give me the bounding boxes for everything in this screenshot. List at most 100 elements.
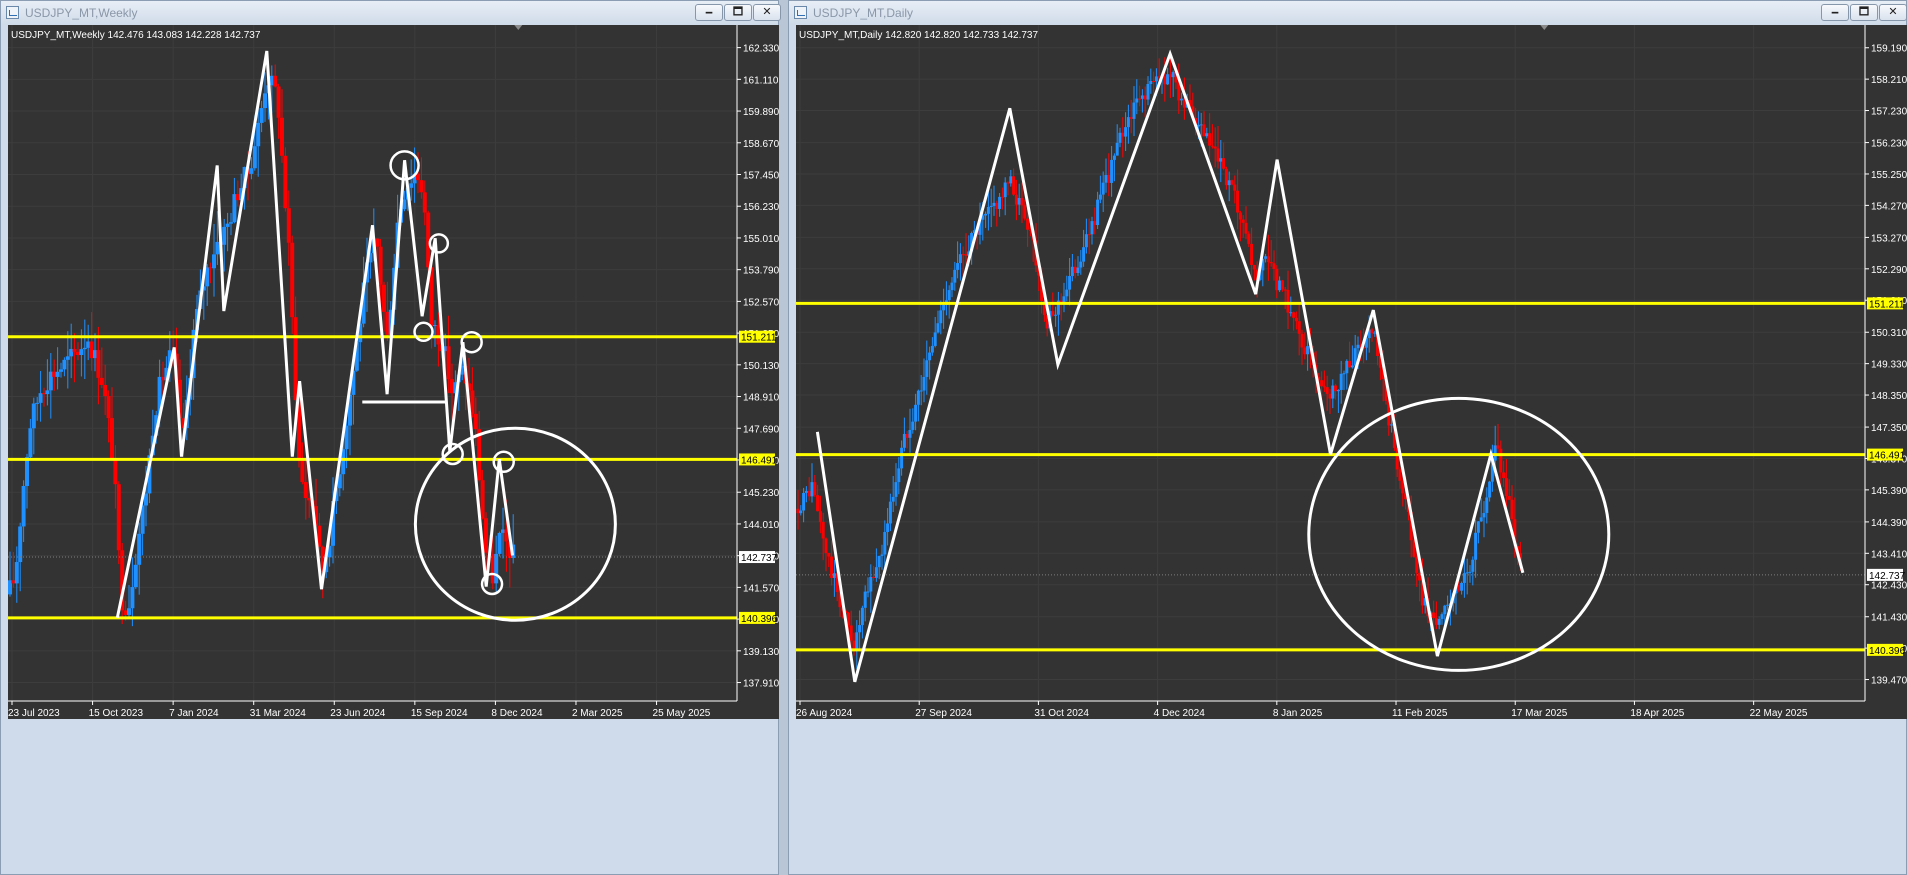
candle-body bbox=[110, 418, 114, 461]
candle-body bbox=[1213, 146, 1217, 149]
candle-body bbox=[1180, 98, 1184, 101]
candle-body bbox=[1065, 289, 1069, 297]
pivot-circle-marker bbox=[460, 330, 483, 354]
candle-body bbox=[1510, 499, 1514, 520]
candle-body bbox=[263, 93, 267, 109]
window-title: USDJPY_MT,Weekly bbox=[25, 6, 138, 20]
title-bar[interactable]: USDJPY_MT,Daily 🗕 🗖 ✕ bbox=[789, 1, 1907, 25]
candle-body bbox=[860, 607, 864, 626]
candle-body bbox=[1222, 158, 1226, 169]
candle-body bbox=[1339, 373, 1343, 390]
date-tick-label: 15 Oct 2023 bbox=[89, 708, 144, 719]
candle-body bbox=[1496, 445, 1500, 449]
candle-body bbox=[1244, 222, 1248, 234]
candle-body bbox=[280, 117, 284, 156]
candle-body bbox=[939, 310, 943, 324]
candle-body bbox=[276, 86, 281, 118]
candle-body bbox=[914, 404, 918, 422]
chart-canvas[interactable]: 162.330 161.110 159.890 158.670 157.450 156.2… bbox=[8, 25, 779, 719]
daily-chart-window[interactable]: USDJPY_MT,Daily 🗕 🗖 ✕ 159.190 158.210 157.… bbox=[788, 0, 1907, 875]
candle-body bbox=[1017, 197, 1021, 205]
price-chart[interactable]: 159.190 158.210 157.230 156.230 155.250 154.2… bbox=[796, 25, 1907, 719]
candle-body bbox=[818, 511, 822, 522]
current-price-tag-label: 142.737 bbox=[1869, 571, 1906, 582]
minimize-button[interactable]: 🗕 bbox=[1821, 4, 1849, 21]
candle-body bbox=[419, 180, 424, 193]
candle-body bbox=[1289, 312, 1293, 314]
weekly-chart-window[interactable]: USDJPY_MT,Weekly 🗕 🗖 ✕ 162.330 161.110 159… bbox=[0, 0, 781, 875]
candle-body bbox=[116, 484, 121, 551]
maximize-button[interactable]: 🗖 bbox=[724, 4, 752, 21]
price-tick-label: 145.230 bbox=[743, 488, 779, 499]
price-tick-label: 152.570 bbox=[743, 297, 779, 308]
candle-body bbox=[1474, 532, 1478, 560]
close-button[interactable]: ✕ bbox=[1879, 4, 1907, 21]
pivot-circle-marker bbox=[492, 450, 515, 474]
price-tick-label: 154.270 bbox=[1871, 201, 1907, 212]
candle-body bbox=[1110, 159, 1114, 183]
candle-body bbox=[1224, 168, 1228, 186]
candle-body bbox=[1023, 205, 1027, 219]
date-tick-label: 23 Jun 2024 bbox=[330, 708, 385, 719]
date-tick-label: 11 Feb 2025 bbox=[1392, 708, 1448, 719]
candle-body bbox=[65, 356, 70, 360]
candle-body bbox=[1504, 478, 1508, 497]
candle-body bbox=[804, 490, 808, 493]
date-tick-label: 2 Mar 2025 bbox=[572, 708, 623, 719]
price-level-tag-label: 140.396 bbox=[1869, 646, 1906, 657]
candle-body bbox=[1457, 585, 1461, 591]
candle-body bbox=[950, 282, 954, 291]
candle-body bbox=[911, 421, 915, 430]
candle-body bbox=[31, 403, 36, 429]
candle-body bbox=[1138, 98, 1142, 100]
candle-body bbox=[130, 587, 135, 609]
maximize-button[interactable]: 🗖 bbox=[1850, 4, 1878, 21]
minimize-button[interactable]: 🗕 bbox=[695, 4, 723, 21]
candle-body bbox=[45, 390, 50, 395]
zigzag-line bbox=[815, 49, 1525, 683]
candle-body bbox=[497, 532, 502, 554]
close-button[interactable]: ✕ bbox=[753, 4, 781, 21]
candle-body bbox=[1356, 344, 1360, 349]
price-level-tag-label: 151.211 bbox=[741, 333, 777, 344]
candle-body bbox=[1166, 74, 1170, 85]
candle-body bbox=[1205, 133, 1209, 137]
candle-body bbox=[1331, 385, 1335, 399]
candle-body bbox=[796, 508, 800, 514]
price-tick-label: 144.010 bbox=[743, 520, 779, 531]
date-tick-label: 8 Dec 2024 bbox=[491, 708, 543, 719]
candle-body bbox=[1070, 266, 1074, 277]
price-tick-label: 139.470 bbox=[1871, 676, 1907, 687]
candle-body bbox=[293, 317, 298, 401]
candle-body bbox=[832, 573, 836, 578]
title-bar[interactable]: USDJPY_MT,Weekly 🗕 🗖 ✕ bbox=[1, 1, 781, 25]
candle-body bbox=[273, 75, 278, 87]
candle-body bbox=[494, 553, 499, 584]
candle-body bbox=[869, 576, 873, 592]
price-tick-label: 144.390 bbox=[1871, 518, 1907, 529]
chart-canvas[interactable]: 159.190 158.210 157.230 156.230 155.250 154.2… bbox=[796, 25, 1907, 719]
price-chart[interactable]: 162.330 161.110 159.890 158.670 157.450 156.2… bbox=[8, 25, 779, 719]
candle-body bbox=[1199, 124, 1203, 126]
price-level-tag-label: 140.396 bbox=[741, 614, 778, 625]
candle-body bbox=[1499, 448, 1503, 473]
candle-body bbox=[21, 485, 26, 527]
candle-body bbox=[1460, 582, 1464, 591]
candle-body bbox=[1098, 194, 1102, 200]
price-tick-label: 137.910 bbox=[743, 679, 779, 690]
price-tick-label: 155.250 bbox=[1871, 170, 1907, 181]
candle-body bbox=[1101, 182, 1105, 195]
candle-body bbox=[1026, 218, 1030, 230]
candle-body bbox=[1143, 95, 1147, 100]
date-tick-label: 31 Oct 2024 bbox=[1034, 708, 1089, 719]
candle-body bbox=[1012, 176, 1016, 195]
candle-body bbox=[1202, 124, 1206, 137]
date-tick-label: 15 Sep 2024 bbox=[411, 708, 468, 719]
price-tick-label: 143.410 bbox=[1871, 549, 1907, 560]
candle-body bbox=[874, 567, 878, 578]
candle-body bbox=[1292, 312, 1296, 318]
candle-body bbox=[1093, 221, 1097, 226]
candle-body bbox=[1009, 176, 1013, 184]
candle-body bbox=[1252, 264, 1256, 270]
candle-body bbox=[964, 254, 968, 256]
